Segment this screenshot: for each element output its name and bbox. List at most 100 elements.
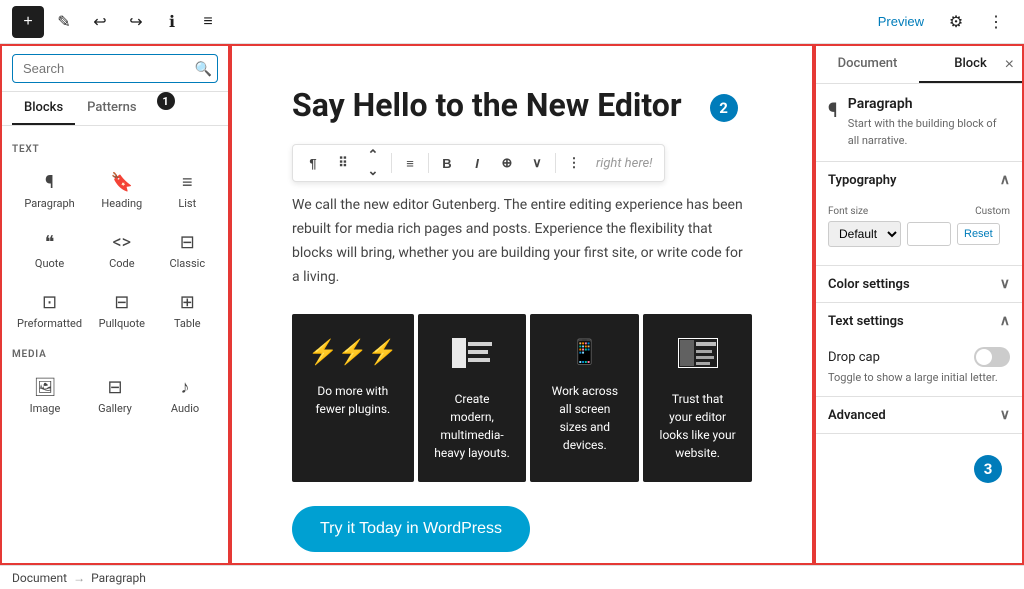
drop-cap-hint: Toggle to show a large initial letter. — [828, 371, 1010, 384]
feature-text-2: Work across all screen sizes and devices… — [546, 382, 623, 454]
text-blocks-grid: ¶ Paragraph 🔖 Heading ≡ List ❝ Quote <> — [12, 163, 218, 339]
sidebar-tabs: Blocks Patterns 1 — [2, 92, 228, 126]
preview-button[interactable]: Preview — [870, 10, 932, 33]
tab-document[interactable]: Document — [816, 46, 919, 83]
block-table[interactable]: ⊞ Table — [157, 283, 218, 339]
bold-tool[interactable]: B — [433, 149, 461, 177]
block-pullquote[interactable]: ⊟ Pullquote — [91, 283, 152, 339]
undo-button[interactable]: ↩ — [84, 6, 116, 38]
tab-patterns[interactable]: Patterns — [75, 92, 148, 125]
pullquote-icon: ⊟ — [114, 292, 129, 313]
color-settings-label: Color settings — [828, 277, 910, 292]
tab-blocks[interactable]: Blocks — [12, 92, 75, 125]
section-text-label: TEXT — [12, 144, 218, 155]
link-tool[interactable]: ⊕ — [493, 149, 521, 177]
bottom-bar: Document → Paragraph — [0, 565, 1024, 589]
breadcrumb-paragraph[interactable]: Paragraph — [91, 571, 146, 585]
list-view-button[interactable]: ≡ — [192, 6, 224, 38]
add-block-button[interactable]: + — [12, 6, 44, 38]
font-size-labels: Font size Custom — [828, 206, 1010, 217]
redo-button[interactable]: ↪ — [120, 6, 152, 38]
text-settings-label: Text settings — [828, 314, 904, 329]
block-info-text: Paragraph Start with the building block … — [848, 96, 1010, 149]
block-paragraph-label: Paragraph — [24, 197, 74, 210]
editor-content: Say Hello to the New Editor 2 ¶ ⠿ ⌃⌄ ≡ B… — [232, 46, 812, 565]
block-paragraph[interactable]: ¶ Paragraph — [12, 163, 87, 219]
info-button[interactable]: ℹ — [156, 6, 188, 38]
badge-3: 3 — [974, 455, 1002, 483]
reset-button[interactable]: Reset — [957, 223, 1000, 245]
block-quote-label: Quote — [35, 257, 64, 270]
drag-tool[interactable]: ⠿ — [329, 149, 357, 177]
move-tool[interactable]: ⌃⌄ — [359, 149, 387, 177]
options-tool[interactable]: ⋮ — [560, 149, 588, 177]
block-code[interactable]: <> Code — [91, 223, 152, 279]
paragraph-tool[interactable]: ¶ — [299, 149, 327, 177]
paragraph-block-icon: ¶ — [828, 98, 838, 122]
block-preformatted[interactable]: ⊡ Preformatted — [12, 283, 87, 339]
badge-1: 1 — [157, 92, 175, 110]
block-gallery[interactable]: ⊟ Gallery — [82, 368, 148, 424]
block-code-label: Code — [109, 257, 134, 270]
color-settings-header[interactable]: Color settings ∨ — [816, 266, 1022, 302]
block-list[interactable]: ≡ List — [157, 163, 218, 219]
font-size-custom-input[interactable] — [907, 222, 951, 246]
toolbar-right: Preview ⚙ ⋮ — [870, 6, 1012, 38]
search-bar: 🔍 — [2, 46, 228, 92]
blocks-content: TEXT ¶ Paragraph 🔖 Heading ≡ List ❝ Quot… — [2, 126, 228, 563]
settings-button[interactable]: ⚙ — [940, 6, 972, 38]
block-image[interactable]: 🖼 Image — [12, 368, 78, 424]
section-media-label: MEDIA — [12, 349, 218, 360]
code-icon: <> — [113, 232, 132, 253]
block-audio-label: Audio — [171, 402, 199, 415]
search-input[interactable] — [12, 54, 218, 83]
color-settings-section: Color settings ∨ — [816, 266, 1022, 303]
align-tool[interactable]: ≡ — [396, 149, 424, 177]
feature-card-0: ⚡⚡⚡ Do more with fewer plugins. — [292, 314, 414, 482]
edit-mode-button[interactable]: ✎ — [48, 6, 80, 38]
search-icon[interactable]: 🔍 — [195, 60, 212, 77]
advanced-toggle-icon: ∨ — [1000, 407, 1010, 423]
more-rich-tool[interactable]: ∨ — [523, 149, 551, 177]
block-classic[interactable]: ⊟ Classic — [157, 223, 218, 279]
block-audio[interactable]: ♪ Audio — [152, 368, 218, 424]
cta-button[interactable]: Try it Today in WordPress — [292, 506, 530, 552]
breadcrumb-separator: → — [73, 571, 85, 585]
typography-toggle-icon: ∧ — [1000, 172, 1010, 188]
text-settings-toggle-icon: ∧ — [1000, 313, 1010, 329]
placeholder: right here! — [590, 156, 658, 171]
feature-text-3: Trust that your editor looks like your w… — [659, 390, 736, 462]
drop-cap-toggle[interactable] — [974, 347, 1010, 367]
editor-title[interactable]: Say Hello to the New Editor 2 — [292, 86, 752, 124]
editor-body[interactable]: We call the new editor Gutenberg. The en… — [292, 194, 752, 289]
font-size-select[interactable]: Default — [828, 221, 901, 247]
media-blocks-grid: 🖼 Image ⊟ Gallery ♪ Audio — [12, 368, 218, 424]
advanced-header[interactable]: Advanced ∨ — [816, 397, 1022, 433]
badge-2: 2 — [710, 94, 738, 122]
feature-card-3: Trust that your editor looks like your w… — [643, 314, 752, 482]
typography-body: Font size Custom Default Reset — [816, 198, 1022, 265]
block-quote[interactable]: ❝ Quote — [12, 223, 87, 279]
font-size-row: Default Reset — [828, 221, 1010, 247]
italic-tool[interactable]: I — [463, 149, 491, 177]
block-heading[interactable]: 🔖 Heading — [91, 163, 152, 219]
text-settings-header[interactable]: Text settings ∧ — [816, 303, 1022, 339]
right-sidebar: Document Block × ¶ Paragraph Start with … — [814, 44, 1024, 565]
block-info-desc: Start with the building block of all nar… — [848, 116, 1010, 149]
close-panel-button[interactable]: × — [1005, 56, 1014, 74]
block-preformatted-label: Preformatted — [17, 317, 82, 330]
center-editor: Say Hello to the New Editor 2 ¶ ⠿ ⌃⌄ ≡ B… — [230, 44, 814, 565]
quote-icon: ❝ — [45, 232, 55, 253]
drop-cap-label: Drop cap — [828, 350, 880, 365]
separator-2 — [428, 153, 429, 173]
breadcrumb-document[interactable]: Document — [12, 571, 67, 585]
preformatted-icon: ⊡ — [42, 292, 57, 313]
typography-header[interactable]: Typography ∧ — [816, 162, 1022, 198]
typography-label: Typography — [828, 173, 897, 188]
main-layout: 🔍 Blocks Patterns 1 TEXT ¶ Paragraph 🔖 H… — [0, 44, 1024, 565]
more-options-button[interactable]: ⋮ — [980, 6, 1012, 38]
block-gallery-label: Gallery — [98, 402, 132, 415]
left-sidebar: 🔍 Blocks Patterns 1 TEXT ¶ Paragraph 🔖 H… — [0, 44, 230, 565]
feature-icon-0: ⚡⚡⚡ — [308, 338, 398, 366]
color-settings-toggle-icon: ∨ — [1000, 276, 1010, 292]
